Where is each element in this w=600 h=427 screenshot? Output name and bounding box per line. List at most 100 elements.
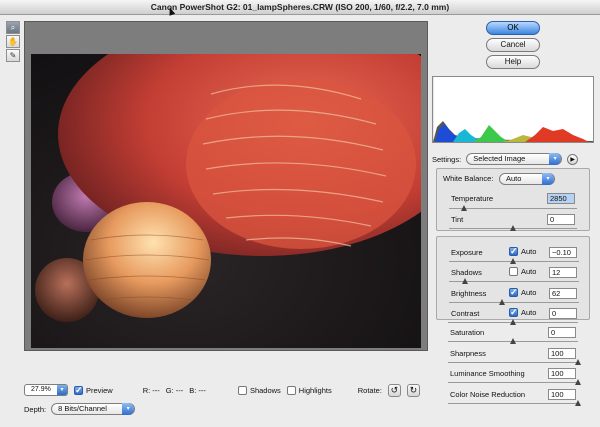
window-title: Canon PowerShot G2: 01_lampSpheres.CRW (… [0,0,600,15]
shadows-label: Shadows [451,268,482,277]
temperature-slider-thumb[interactable] [461,205,468,211]
tone-group: Exposure Auto −0.10 Shadows Auto 12 Brig… [436,236,590,320]
exposure-slider-thumb[interactable] [509,258,516,264]
sharpness-field[interactable]: 100 [548,348,576,359]
readout-r: R: --- [142,385,160,395]
temperature-label: Temperature [451,194,494,203]
help-button[interactable]: Help [486,55,540,69]
contrast-slider-thumb[interactable] [510,319,516,325]
detail-group: Saturation 0 Sharpness 100 Luminance Smo… [436,319,590,412]
settings-row: Settings: Selected Image ▾ ▶ [432,153,579,165]
shadows-auto-label: Auto [521,267,537,276]
brightness-auto-toggle[interactable]: Auto [509,287,537,298]
chevron-updown-icon: ▾ [542,173,554,185]
highlights-label: Highlights [298,385,332,395]
zoom-tool-icon[interactable]: ⌕ [6,21,20,34]
shadows-clip-toggle[interactable]: Shadows [237,385,281,395]
color-noise-reduction-label: Color Noise Reduction [450,390,526,399]
settings-value: Selected Image [473,154,526,163]
white-balance-group: White Balance: Auto ▾ Temperature 2850 T… [436,168,590,231]
luminance-smoothing-slider-thumb[interactable] [575,379,581,385]
sharpness-label: Sharpness [450,349,486,358]
highlights-checkbox[interactable] [286,385,296,395]
saturation-field[interactable]: 0 [548,327,576,338]
tint-slider[interactable] [449,225,577,231]
eyedropper-tool-icon[interactable]: ✎ [6,49,20,62]
temperature-field[interactable]: 2850 [547,193,575,204]
shadows-field[interactable]: 12 [549,267,577,278]
zoom-level-select[interactable]: 27.9% ▾ [24,384,68,396]
settings-select[interactable]: Selected Image ▾ [466,153,563,165]
saturation-slider[interactable] [448,338,578,344]
exposure-slider[interactable] [449,258,579,264]
rotate-label: Rotate: [357,385,382,395]
exposure-auto-checkbox[interactable] [509,246,518,257]
luminance-smoothing-label: Luminance Smoothing [450,369,525,378]
settings-menu-icon[interactable]: ▶ [567,153,579,165]
brightness-field[interactable]: 62 [549,288,577,299]
rotate-left-icon[interactable]: ↺ [387,383,401,397]
sharpness-slider-thumb[interactable] [575,359,581,365]
depth-label: Depth: [24,404,47,414]
saturation-slider-thumb[interactable] [510,338,516,344]
exposure-auto-toggle[interactable]: Auto [509,246,537,257]
color-noise-reduction-field[interactable]: 100 [548,389,576,400]
shadows-slider-thumb[interactable] [461,278,468,284]
white-balance-value: Auto [506,174,522,183]
preview-toggle[interactable]: Preview [74,385,113,396]
preview-label: Preview [86,385,113,395]
contrast-label: Contrast [451,309,480,318]
lamp-spheres-photo [31,54,421,348]
white-balance-select[interactable]: Auto ▾ [499,173,555,185]
depth-value: 8 Bits/Channel [58,404,107,413]
shadows-auto-checkbox[interactable] [509,267,518,276]
brightness-slider[interactable] [449,299,579,305]
luminance-smoothing-field[interactable]: 100 [548,368,576,379]
status-bar: 27.9% ▾ Preview R: --- G: --- B: --- Sha… [24,382,428,398]
shadows-checkbox[interactable] [237,385,247,395]
contrast-auto-label: Auto [521,308,537,317]
shadows-clip-label: Shadows [249,385,281,395]
tool-palette: ⌕ ✋ ✎ [6,21,20,63]
saturation-label: Saturation [450,328,485,337]
shadows-slider[interactable] [449,278,579,284]
contrast-slider[interactable] [448,319,578,325]
exposure-label: Exposure [451,248,483,257]
luminance-smoothing-slider[interactable] [448,379,581,385]
brightness-auto-checkbox[interactable] [509,287,518,298]
tint-label: Tint [451,215,464,224]
depth-select[interactable]: 8 Bits/Channel ▾ [51,403,136,415]
photo-preview [31,54,421,348]
contrast-field[interactable]: 0 [549,308,577,319]
chevron-updown-icon: ▾ [122,403,135,415]
brightness-label: Brightness [451,289,487,298]
temperature-slider[interactable] [449,205,577,211]
sharpness-slider[interactable] [448,359,581,365]
image-preview-area[interactable] [24,21,428,351]
cancel-button[interactable]: Cancel [486,38,540,52]
highlights-clip-toggle[interactable]: Highlights [286,385,332,395]
brightness-auto-label: Auto [521,288,537,297]
rotate-right-icon[interactable]: ↻ [406,383,420,397]
readout-g: G: --- [165,385,184,395]
settings-label: Settings: [432,154,462,164]
preview-checkbox[interactable] [74,385,83,396]
color-noise-reduction-slider-thumb[interactable] [575,400,581,406]
histogram-graph [432,77,593,142]
contrast-auto-checkbox[interactable] [509,307,518,318]
chevron-updown-icon: ▾ [549,153,562,165]
tint-field[interactable]: 0 [547,214,575,225]
exposure-auto-label: Auto [521,247,537,256]
contrast-auto-toggle[interactable]: Auto [509,307,537,318]
color-noise-reduction-slider[interactable] [448,400,581,406]
zoom-level-value: 27.9% [31,386,51,393]
tint-slider-thumb[interactable] [510,225,516,231]
histogram [432,76,594,143]
depth-row: Depth: 8 Bits/Channel ▾ [24,403,136,415]
exposure-field[interactable]: −0.10 [549,247,577,258]
hand-tool-icon[interactable]: ✋ [6,35,20,48]
chevron-updown-icon: ▾ [57,385,67,395]
shadows-auto-toggle[interactable]: Auto [509,267,536,276]
ok-button[interactable]: OK [486,21,540,35]
brightness-slider-thumb[interactable] [499,299,506,305]
